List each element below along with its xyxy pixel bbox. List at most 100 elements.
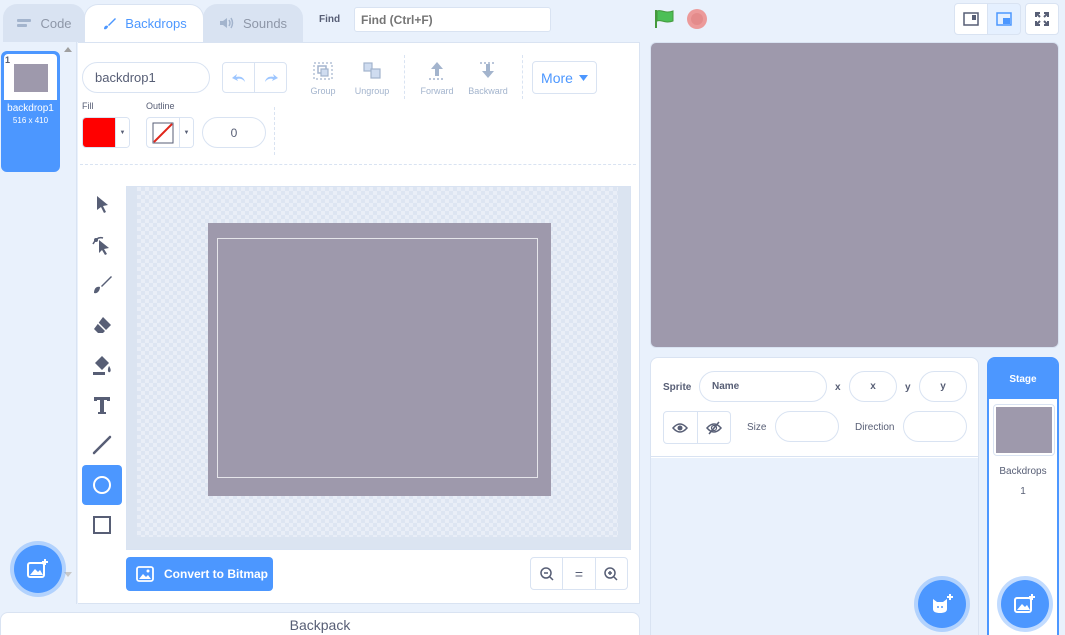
image-add-icon bbox=[1014, 594, 1035, 613]
brush-icon bbox=[104, 17, 117, 29]
undo-redo-group bbox=[222, 62, 287, 93]
choose-backdrop-button[interactable] bbox=[14, 545, 62, 593]
no-outline-swatch bbox=[147, 118, 179, 147]
convert-to-bitmap-button[interactable]: Convert to Bitmap bbox=[126, 557, 273, 591]
large-stage-button[interactable] bbox=[987, 3, 1021, 35]
redo-button[interactable] bbox=[254, 63, 286, 92]
tab-sounds-label: Sounds bbox=[242, 15, 288, 31]
green-flag-button[interactable] bbox=[653, 9, 675, 34]
backdrop-thumbnail bbox=[14, 64, 48, 92]
visibility-toggle bbox=[663, 411, 731, 444]
tab-code[interactable]: Code bbox=[3, 4, 85, 42]
undo-button[interactable] bbox=[223, 63, 254, 92]
sprite-list bbox=[651, 458, 978, 635]
flag-icon bbox=[655, 10, 674, 28]
y-placeholder: y bbox=[940, 381, 946, 392]
brush-tool-icon bbox=[94, 276, 112, 294]
x-placeholder: x bbox=[870, 381, 876, 392]
fill-tool[interactable] bbox=[82, 345, 122, 385]
backdrop-name-input[interactable] bbox=[82, 62, 210, 93]
backward-label: Backward bbox=[468, 86, 508, 96]
image-add-icon bbox=[27, 559, 48, 578]
fill-color-swatch bbox=[83, 118, 115, 147]
ungroup-label: Ungroup bbox=[354, 86, 390, 96]
tab-backdrops-label: Backdrops bbox=[125, 16, 187, 31]
size-input[interactable] bbox=[775, 411, 839, 442]
zoom-out-button[interactable] bbox=[531, 558, 562, 589]
backward-icon bbox=[480, 62, 496, 78]
line-tool[interactable] bbox=[82, 425, 122, 465]
fill-label: Fill bbox=[82, 101, 94, 111]
show-button[interactable] bbox=[664, 412, 697, 443]
backdrop-list: 1 backdrop1 516 x 410 bbox=[0, 42, 77, 604]
zoom-controls: = bbox=[530, 557, 628, 590]
eraser-tool[interactable] bbox=[82, 305, 122, 345]
select-tool[interactable] bbox=[82, 184, 122, 224]
backdrop-item[interactable]: 1 backdrop1 516 x 410 bbox=[1, 51, 60, 172]
fullscreen-button[interactable] bbox=[1025, 3, 1059, 35]
backdrop-bounds bbox=[217, 238, 538, 478]
tab-backdrops[interactable]: Backdrops bbox=[84, 4, 204, 42]
sprite-label: Sprite bbox=[663, 382, 692, 393]
hide-button[interactable] bbox=[696, 412, 731, 443]
backpack-label: Backpack bbox=[289, 617, 351, 633]
circle-tool-icon bbox=[93, 476, 111, 494]
outline-color-picker[interactable]: ▼ bbox=[146, 117, 194, 148]
zoom-reset-button[interactable]: = bbox=[562, 558, 594, 589]
convert-to-bitmap-label: Convert to Bitmap bbox=[164, 567, 269, 581]
backdrop-number: 1 bbox=[5, 55, 11, 65]
backpack-bar[interactable]: Backpack bbox=[0, 612, 640, 635]
brush-tool[interactable] bbox=[82, 265, 122, 305]
undo-icon bbox=[231, 73, 245, 82]
scroll-up-arrow[interactable] bbox=[64, 47, 72, 52]
small-stage-button[interactable] bbox=[954, 3, 988, 35]
choose-stage-backdrop-button[interactable] bbox=[1001, 580, 1049, 628]
toolbar-separator bbox=[80, 164, 636, 165]
fill-color-picker[interactable]: ▼ bbox=[82, 117, 130, 148]
scroll-down-arrow[interactable] bbox=[64, 572, 72, 577]
stage-selector[interactable]: Stage Backdrops 1 bbox=[987, 357, 1059, 635]
redo-icon bbox=[264, 73, 278, 82]
tab-sounds[interactable]: Sounds bbox=[203, 4, 303, 42]
ungroup-button[interactable]: Ungroup bbox=[347, 60, 397, 96]
bitmap-icon bbox=[136, 566, 154, 582]
text-tool-icon bbox=[94, 397, 110, 414]
no-color-icon bbox=[152, 122, 174, 143]
outline-width-input[interactable]: 0 bbox=[202, 117, 266, 148]
fill-tool-icon bbox=[93, 356, 111, 375]
y-label: y bbox=[905, 382, 911, 393]
x-input[interactable]: x bbox=[849, 371, 897, 402]
find-label: Find bbox=[319, 14, 341, 25]
direction-input[interactable] bbox=[903, 411, 967, 442]
rectangle-tool[interactable] bbox=[82, 505, 122, 545]
text-tool[interactable] bbox=[82, 385, 122, 425]
forward-label: Forward bbox=[420, 86, 454, 96]
stage[interactable] bbox=[650, 42, 1059, 348]
paint-canvas[interactable] bbox=[126, 186, 631, 550]
paint-editor: Group Ungroup Forward Backward More Fill… bbox=[78, 42, 640, 604]
forward-button[interactable]: Forward bbox=[412, 60, 462, 96]
backward-button[interactable]: Backward bbox=[463, 60, 513, 96]
code-icon bbox=[17, 19, 32, 27]
more-button[interactable]: More bbox=[532, 61, 597, 94]
direction-label: Direction bbox=[855, 422, 895, 433]
y-input[interactable]: y bbox=[919, 371, 967, 402]
find-input[interactable] bbox=[354, 7, 551, 32]
group-label: Group bbox=[310, 86, 336, 96]
backdrop-thumbnail-frame bbox=[4, 54, 57, 100]
backdrops-count: 1 bbox=[1020, 486, 1026, 497]
speaker-icon bbox=[219, 17, 234, 29]
stage-thumbnail bbox=[993, 404, 1055, 456]
toolbar-divider bbox=[522, 55, 523, 99]
reshape-tool[interactable] bbox=[82, 225, 122, 265]
circle-tool[interactable] bbox=[82, 465, 122, 505]
sprite-name-input[interactable]: Name bbox=[699, 371, 827, 402]
ungroup-icon bbox=[363, 62, 381, 79]
line-tool-icon bbox=[92, 435, 112, 455]
group-button[interactable]: Group bbox=[298, 60, 348, 96]
outline-dropdown-arrow: ▼ bbox=[179, 118, 193, 147]
choose-sprite-button[interactable] bbox=[918, 580, 966, 628]
zoom-in-button[interactable] bbox=[594, 558, 627, 589]
stop-button[interactable] bbox=[687, 9, 707, 29]
more-label: More bbox=[541, 69, 573, 86]
